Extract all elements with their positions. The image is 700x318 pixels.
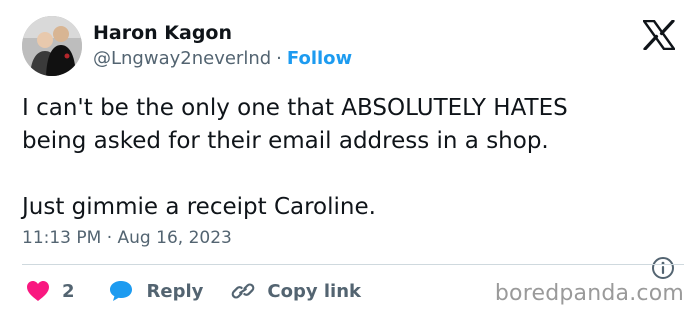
follow-button[interactable]: Follow (287, 48, 352, 69)
author-handle[interactable]: @Lngway2neverlnd (93, 48, 271, 69)
reply-button[interactable]: Reply (109, 280, 204, 302)
speech-bubble-icon (109, 281, 132, 301)
watermark: boredpanda.com (494, 281, 684, 306)
x-logo-icon[interactable] (642, 19, 676, 51)
like-button[interactable]: 2 (26, 280, 75, 302)
heart-icon (27, 281, 49, 301)
author-meta: @Lngway2neverlnd · Follow (93, 48, 352, 69)
copy-link-button[interactable]: Copy link (231, 280, 361, 302)
avatar[interactable] (22, 16, 82, 76)
tweet-text: I can't be the only one that ABSOLUTELY … (22, 95, 568, 220)
like-count: 2 (62, 280, 75, 302)
reply-label: Reply (146, 280, 204, 302)
divider (22, 264, 684, 265)
author-display-name[interactable]: Haron Kagon (93, 22, 232, 44)
link-icon (232, 283, 255, 299)
info-icon[interactable] (651, 256, 675, 280)
tweet-actions: 2 Reply Copy link (26, 278, 361, 304)
copy-link-label: Copy link (267, 280, 361, 302)
tweet-timestamp[interactable]: 11:13 PM · Aug 16, 2023 (22, 228, 232, 248)
separator-dot: · (276, 48, 282, 69)
